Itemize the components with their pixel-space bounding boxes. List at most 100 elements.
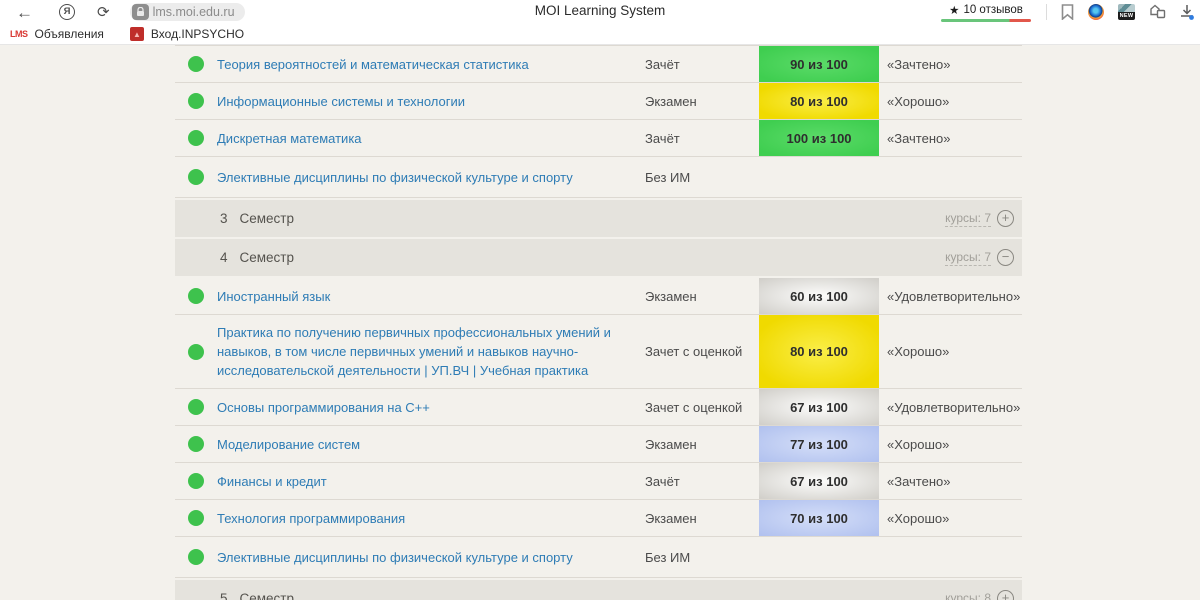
exam-type: Зачёт bbox=[645, 120, 759, 156]
table-row: Иностранный язык Экзамен60 из 100«Удовлет… bbox=[175, 278, 1022, 315]
yandex-icon[interactable]: Я bbox=[59, 4, 75, 20]
score-cell bbox=[759, 537, 879, 577]
star-icon: ★ bbox=[949, 3, 959, 17]
semester-courses: курсы: 7− bbox=[945, 249, 1014, 266]
exam-type: Экзамен bbox=[645, 426, 759, 462]
course-link[interactable]: Практика по получению первичных професси… bbox=[217, 323, 629, 380]
score-badge: 90 из 100 bbox=[759, 46, 879, 82]
semester-courses: курсы: 8 + bbox=[945, 590, 1014, 600]
refresh-button[interactable]: ⟳ bbox=[97, 5, 110, 20]
status-dot-icon bbox=[188, 344, 204, 360]
course-name-cell: Информационные системы и технологии bbox=[217, 83, 645, 119]
course-link[interactable]: Элективные дисциплины по физической куль… bbox=[217, 168, 573, 187]
grade-label bbox=[879, 157, 1022, 197]
courses-toggle-link[interactable]: курсы: 7 bbox=[945, 211, 991, 227]
score-badge: 67 из 100 bbox=[759, 389, 879, 425]
exam-type: Экзамен bbox=[645, 278, 759, 314]
lms-favicon: LMS bbox=[10, 29, 28, 39]
status-dot-icon bbox=[188, 169, 204, 185]
semester-courses: курсы: 7 + bbox=[945, 210, 1014, 227]
course-link[interactable]: Основы программирования на C++ bbox=[217, 398, 430, 417]
semester-label: Семестр bbox=[240, 211, 295, 226]
expand-icon[interactable]: + bbox=[997, 210, 1014, 227]
table-row: Практика по получению первичных професси… bbox=[175, 315, 1022, 389]
grade-label: «Удовлетворительно» bbox=[879, 389, 1022, 425]
score-cell bbox=[759, 157, 879, 197]
status-cell bbox=[175, 157, 217, 197]
bookmark-item-announcements[interactable]: LMS Объявления bbox=[10, 27, 104, 41]
rating-label: 10 отзывов bbox=[963, 4, 1022, 16]
course-name-cell: Элективные дисциплины по физической куль… bbox=[217, 157, 645, 197]
course-link[interactable]: Моделирование систем bbox=[217, 435, 360, 454]
course-name-cell: Теория вероятностей и математическая ста… bbox=[217, 46, 645, 82]
status-cell bbox=[175, 46, 217, 82]
status-dot-icon bbox=[188, 130, 204, 146]
course-name-cell: Финансы и кредит bbox=[217, 463, 645, 499]
toolbar-divider bbox=[1046, 4, 1047, 20]
status-cell bbox=[175, 463, 217, 499]
exam-type: Зачет с оценкой bbox=[645, 315, 759, 388]
extension-new-icon[interactable]: NEW bbox=[1118, 4, 1135, 20]
course-link[interactable]: Дискретная математика bbox=[217, 129, 362, 148]
status-cell bbox=[175, 278, 217, 314]
course-link[interactable]: Элективные дисциплины по физической куль… bbox=[217, 548, 573, 567]
grade-label: «Удовлетворительно» bbox=[879, 278, 1022, 314]
extension-browser-icon[interactable] bbox=[1088, 4, 1104, 20]
status-dot-icon bbox=[188, 436, 204, 452]
extension-new-art bbox=[1118, 4, 1135, 12]
url-bar[interactable]: lms.moi.edu.ru bbox=[130, 3, 245, 21]
collections-icon[interactable] bbox=[1149, 4, 1166, 20]
course-link[interactable]: Информационные системы и технологии bbox=[217, 92, 465, 111]
status-cell bbox=[175, 500, 217, 536]
course-name-cell: Моделирование систем bbox=[217, 426, 645, 462]
back-button[interactable]: ← bbox=[16, 4, 33, 21]
grade-label: «Хорошо» bbox=[879, 83, 1022, 119]
course-name-cell: Иностранный язык bbox=[217, 278, 645, 314]
course-link[interactable]: Технология программирования bbox=[217, 509, 405, 528]
course-name-cell: Дискретная математика bbox=[217, 120, 645, 156]
page-content: Теория вероятностей и математическая ста… bbox=[0, 45, 1200, 600]
table-row: Финансы и кредитЗачёт67 из 100«Зачтено» bbox=[175, 463, 1022, 500]
bookmark-label: Вход.INPSYCHO bbox=[151, 27, 244, 41]
score-cell: 70 из 100 bbox=[759, 500, 879, 536]
grade-label: «Хорошо» bbox=[879, 500, 1022, 536]
grades-table: Теория вероятностей и математическая ста… bbox=[175, 45, 1022, 600]
score-cell: 80 из 100 bbox=[759, 83, 879, 119]
score-badge: 60 из 100 bbox=[759, 278, 879, 314]
status-dot-icon bbox=[188, 549, 204, 565]
course-name-cell: Технология программирования bbox=[217, 500, 645, 536]
expand-icon[interactable]: + bbox=[997, 590, 1014, 600]
score-badge: 100 из 100 bbox=[759, 120, 879, 156]
exam-type: Экзамен bbox=[645, 500, 759, 536]
score-cell: 100 из 100 bbox=[759, 120, 879, 156]
score-badge: 80 из 100 bbox=[759, 315, 879, 388]
score-cell: 90 из 100 bbox=[759, 46, 879, 82]
bookmark-flag-icon[interactable] bbox=[1061, 4, 1074, 20]
semester-label: Семестр bbox=[240, 591, 295, 600]
score-badge: 80 из 100 bbox=[759, 83, 879, 119]
course-link[interactable]: Иностранный язык bbox=[217, 287, 330, 306]
courses-toggle-link[interactable]: курсы: 8 bbox=[945, 591, 991, 600]
table-row: Технология программирования Экзамен70 из … bbox=[175, 500, 1022, 537]
vhod-favicon: ▲ bbox=[130, 27, 144, 41]
exam-type: Без ИМ bbox=[645, 157, 759, 197]
rating-widget[interactable]: ★ 10 отзывов bbox=[940, 3, 1032, 22]
score-cell: 67 из 100 bbox=[759, 389, 879, 425]
table-row: Теория вероятностей и математическая ста… bbox=[175, 46, 1022, 83]
course-name-cell: Практика по получению первичных професси… bbox=[217, 315, 645, 388]
semester-row: 4Семестркурсы: 7− bbox=[175, 239, 1022, 276]
status-cell bbox=[175, 426, 217, 462]
courses-toggle-link[interactable]: курсы: 7 bbox=[945, 250, 991, 266]
score-cell: 80 из 100 bbox=[759, 315, 879, 388]
course-name-cell: Элективные дисциплины по физической куль… bbox=[217, 537, 645, 577]
semester-number: 5 bbox=[220, 591, 228, 600]
collapse-icon[interactable]: − bbox=[997, 249, 1014, 266]
bookmark-item-vhod[interactable]: ▲ Вход.INPSYCHO bbox=[130, 27, 244, 41]
score-badge: 77 из 100 bbox=[759, 426, 879, 462]
grade-label: «Хорошо» bbox=[879, 315, 1022, 388]
course-link[interactable]: Финансы и кредит bbox=[217, 472, 327, 491]
exam-type: Экзамен bbox=[645, 83, 759, 119]
exam-type: Зачет с оценкой bbox=[645, 389, 759, 425]
download-icon[interactable] bbox=[1180, 4, 1194, 20]
course-link[interactable]: Теория вероятностей и математическая ста… bbox=[217, 55, 529, 74]
